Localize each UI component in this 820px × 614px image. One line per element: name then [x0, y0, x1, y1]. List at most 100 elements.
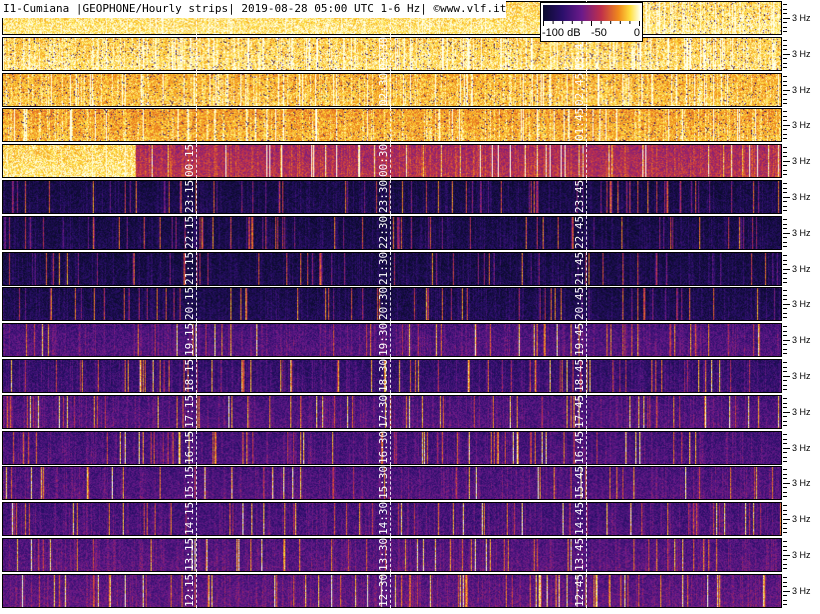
spectrogram-strip-canvas [2, 395, 782, 429]
time-label: 15:30 [377, 465, 390, 499]
frequency-tick [783, 129, 787, 130]
frequency-axis: 3 Hz [783, 1, 820, 35]
frequency-tick [783, 174, 787, 175]
strip-5: 23:15 23:30 23:45 3 Hz [0, 180, 820, 214]
quarter-hour-divider [390, 37, 391, 71]
frequency-tick [783, 402, 787, 404]
frequency-tick [783, 514, 787, 515]
frequency-tick-label: 3 Hz [792, 191, 811, 202]
quarter-hour-divider [196, 323, 197, 357]
frequency-axis: 3 Hz [783, 323, 820, 357]
time-label: 14:30 [377, 501, 390, 535]
frequency-tick [783, 473, 787, 475]
time-label: 19:30 [377, 322, 390, 356]
quarter-hour-divider [586, 502, 587, 536]
strip-15: 13:15 13:30 13:45 3 Hz [0, 538, 820, 572]
frequency-tick-label: 3 Hz [792, 48, 811, 59]
frequency-tick [783, 187, 787, 189]
frequency-tick [783, 183, 787, 184]
frequency-axis: 3 Hz [783, 180, 820, 214]
frequency-tick [783, 205, 787, 207]
frequency-tick [783, 527, 787, 529]
frequency-tick [783, 550, 787, 551]
frequency-tick [783, 375, 790, 377]
frequency-tick [783, 308, 787, 309]
time-label: 23:30 [377, 179, 390, 213]
quarter-hour-divider [586, 359, 587, 393]
quarter-hour-divider [390, 216, 391, 250]
time-label: 13:45 [573, 537, 586, 571]
quarter-hour-divider [390, 73, 391, 107]
spectrogram-strip-canvas [2, 180, 782, 214]
spectrogram-strip-canvas [2, 466, 782, 500]
spectrogram-strips: 3 Hz 03:30 03:45 3 Hz 02:30 02:45 3 Hz 01:45 3 H… [0, 0, 820, 614]
frequency-tick [783, 80, 787, 82]
frequency-tick [783, 17, 790, 19]
frequency-tick-label: 3 Hz [792, 513, 811, 524]
spectrogram-strip-canvas [2, 574, 782, 608]
frequency-tick [783, 384, 787, 386]
frequency-tick [783, 62, 787, 64]
frequency-tick [783, 67, 787, 68]
spectrogram-strip-canvas [2, 359, 782, 393]
frequency-tick [783, 94, 787, 95]
frequency-tick [783, 13, 787, 14]
time-label: 18:15 [183, 358, 196, 392]
quarter-hour-divider [586, 37, 587, 71]
strip-9: 19:15 19:30 19:45 3 Hz [0, 323, 820, 357]
frequency-tick [783, 434, 787, 435]
frequency-tick [783, 192, 787, 193]
frequency-tick [783, 581, 787, 583]
frequency-tick [783, 482, 790, 484]
quarter-hour-divider [196, 216, 197, 250]
frequency-tick-label: 3 Hz [792, 442, 811, 453]
time-label: 15:15 [183, 465, 196, 499]
time-label: 12:30 [377, 573, 390, 607]
time-label: 00:30 [377, 143, 390, 177]
time-label: 18:30 [377, 358, 390, 392]
frequency-tick-label: 3 Hz [792, 477, 811, 488]
frequency-tick [783, 389, 787, 390]
colorbar-ticks [543, 21, 640, 26]
frequency-tick [783, 326, 787, 327]
quarter-hour-divider [390, 359, 391, 393]
quarter-hour-divider [196, 395, 197, 429]
frequency-tick [783, 590, 790, 592]
frequency-tick [783, 443, 787, 444]
frequency-tick [783, 273, 787, 274]
frequency-tick [783, 58, 787, 59]
time-label: 20:15 [183, 286, 196, 320]
frequency-tick [783, 398, 787, 399]
frequency-axis: 3 Hz [783, 287, 820, 321]
time-label: 02:45 [573, 72, 586, 106]
frequency-tick [783, 237, 787, 238]
quarter-hour-divider [196, 37, 197, 71]
time-label: 17:45 [573, 394, 586, 428]
frequency-tick [783, 98, 787, 100]
frequency-tick [783, 76, 787, 77]
strip-3: 01:45 3 Hz [0, 108, 820, 142]
quarter-hour-divider [196, 252, 197, 286]
spectrogram-strip-canvas [2, 538, 782, 572]
frequency-axis: 3 Hz [783, 538, 820, 572]
frequency-tick [783, 26, 787, 28]
quarter-hour-divider [196, 108, 197, 142]
frequency-tick [783, 541, 787, 542]
quarter-hour-divider [390, 323, 391, 357]
strip-8: 20:15 20:30 20:45 3 Hz [0, 287, 820, 321]
quarter-hour-divider [390, 466, 391, 500]
frequency-axis: 3 Hz [783, 502, 820, 536]
strip-6: 22:15 22:30 22:45 3 Hz [0, 216, 820, 250]
quarter-hour-divider [586, 466, 587, 500]
strip-10: 18:15 18:30 18:45 3 Hz [0, 359, 820, 393]
quarter-hour-divider [196, 144, 197, 178]
quarter-hour-divider [390, 502, 391, 536]
frequency-tick [783, 478, 787, 479]
strip-4: 00:15 00:30 3 Hz [0, 144, 820, 178]
frequency-tick [783, 22, 787, 23]
chart-title: I1-Cumiana |GEOPHONE/Hourly strips| 2019… [0, 0, 507, 18]
frequency-axis: 3 Hz [783, 108, 820, 142]
frequency-tick [783, 371, 787, 372]
spectrogram-strip-canvas [2, 73, 782, 107]
strip-11: 17:15 17:30 17:45 3 Hz [0, 395, 820, 429]
